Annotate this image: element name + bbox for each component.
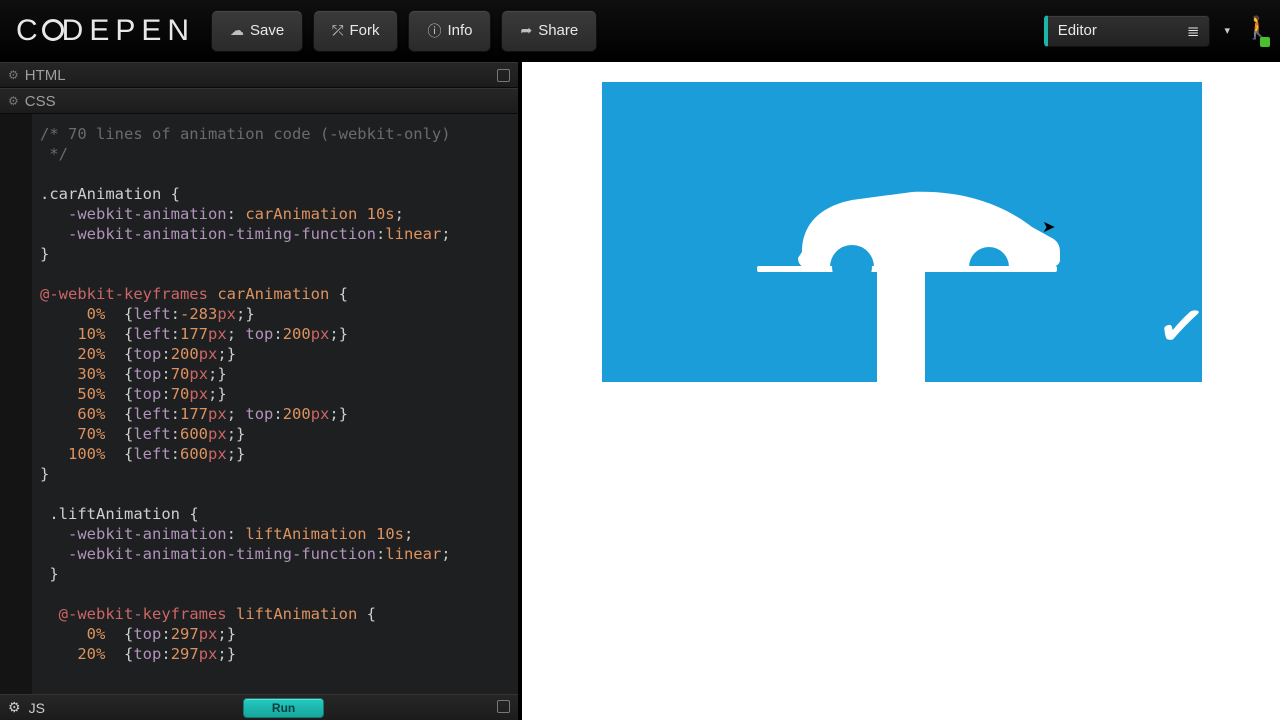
view-editor-label: Editor	[1058, 22, 1097, 39]
panel-title-html: HTML	[25, 67, 66, 84]
css-editor[interactable]: /* 70 lines of animation code (-webkit-o…	[0, 114, 518, 694]
info-icon: ⓘ	[427, 21, 441, 41]
cloud-icon: ☁	[230, 22, 244, 39]
expand-icon[interactable]	[497, 69, 510, 82]
panel-title-js[interactable]: JS	[29, 700, 45, 716]
info-button[interactable]: ⓘ Info	[408, 10, 491, 52]
car-shape	[782, 182, 1062, 285]
list-icon: ≣	[1187, 22, 1200, 40]
fork-button[interactable]: ⤱ Fork	[313, 10, 398, 52]
info-label: Info	[447, 22, 472, 39]
preview-pane: ✓ ➤	[522, 62, 1280, 720]
save-label: Save	[250, 22, 284, 39]
panel-header-js: ⚙ JS Run	[0, 694, 518, 720]
share-label: Share	[538, 22, 578, 39]
fork-label: Fork	[349, 22, 379, 39]
app-header: CDEPEN ☁ Save ⤱ Fork ⓘ Info ➦ Share Editor ≣…	[0, 0, 1280, 62]
share-button[interactable]: ➦ Share	[501, 10, 597, 52]
css-code[interactable]: /* 70 lines of animation code (-webkit-o…	[0, 114, 518, 674]
workspace: ⚙ HTML ⚙ CSS /* 70 lines of animation co…	[0, 62, 1280, 720]
view-dropdown-caret[interactable]: ▾	[1218, 24, 1236, 37]
gear-icon[interactable]: ⚙	[8, 699, 21, 716]
panel-header-css[interactable]: ⚙ CSS	[0, 88, 518, 114]
cursor-icon: ➤	[1042, 217, 1055, 237]
checkmark-shape: ✓	[1153, 289, 1211, 363]
toolbar: ☁ Save ⤱ Fork ⓘ Info ➦ Share	[211, 10, 597, 52]
panel-title-css: CSS	[25, 93, 56, 110]
editor-column: ⚙ HTML ⚙ CSS /* 70 lines of animation co…	[0, 62, 522, 720]
lift-shape	[877, 268, 925, 478]
line-gutter	[0, 114, 32, 694]
view-editor-chip[interactable]: Editor ≣	[1044, 15, 1211, 47]
gear-icon[interactable]: ⚙	[8, 94, 19, 108]
animation-stage: ✓ ➤	[602, 82, 1202, 382]
share-icon: ➦	[520, 22, 532, 39]
panel-header-html[interactable]: ⚙ HTML	[0, 62, 518, 88]
accessibility-icon[interactable]	[1244, 17, 1268, 45]
expand-icon[interactable]	[497, 700, 510, 713]
run-button[interactable]: Run	[243, 698, 324, 718]
save-button[interactable]: ☁ Save	[211, 10, 303, 52]
gear-icon[interactable]: ⚙	[8, 68, 19, 82]
view-selector: Editor ≣ ▾	[1044, 15, 1268, 47]
codepen-logo: CDEPEN	[12, 14, 199, 48]
fork-icon: ⤱	[332, 22, 343, 39]
